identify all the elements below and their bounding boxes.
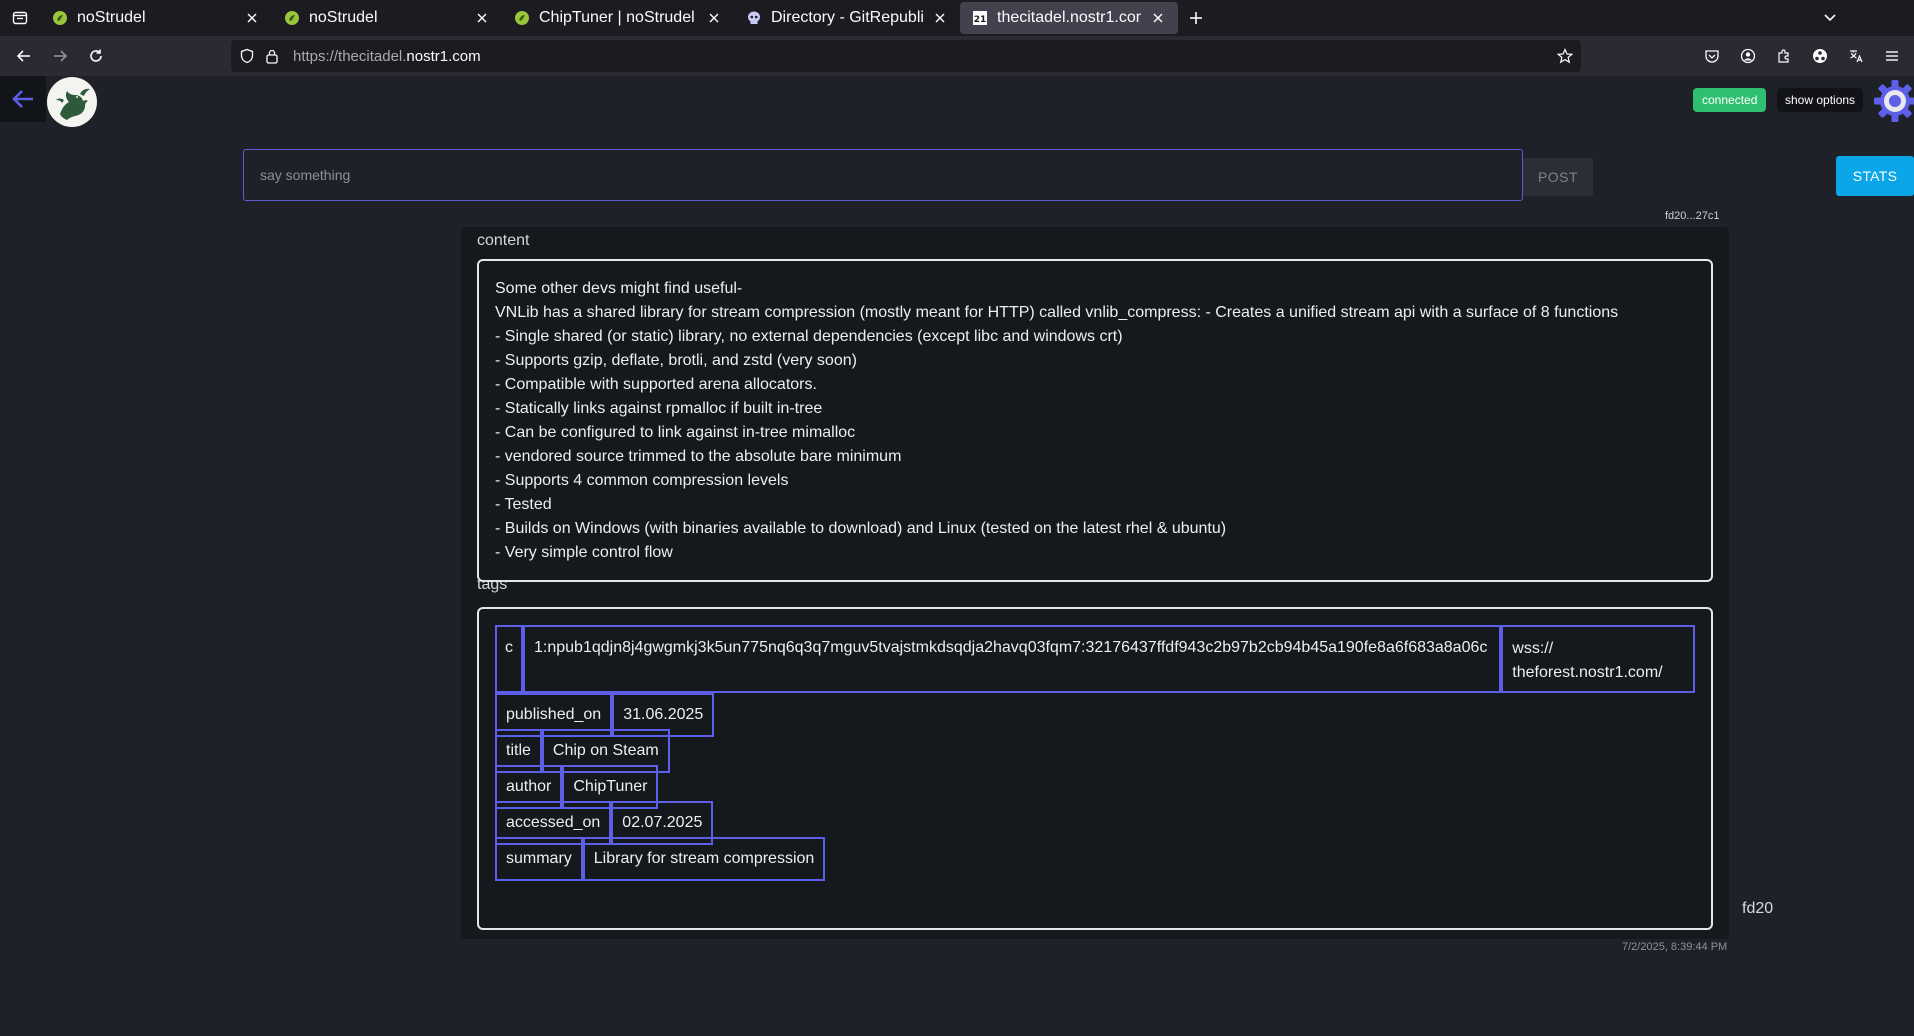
settings-gear-icon[interactable] [1872, 78, 1914, 124]
tab-title: thecitadel.nostr1.com/ [997, 9, 1141, 26]
content-line: - Can be configured to link against in-t… [495, 424, 856, 441]
tab-list-icon[interactable] [0, 0, 40, 36]
nostrudel-favicon-icon [514, 10, 530, 26]
extensions-icon[interactable] [1766, 38, 1802, 74]
tag-row: summary Library for stream compression [495, 837, 1695, 881]
tag-relay: wss:// theforest.nostr1.com/ [1501, 625, 1695, 693]
author-name[interactable]: fd20 [1742, 900, 1773, 918]
post-input[interactable]: say something [243, 149, 1523, 201]
gitrepublic-favicon-icon [746, 10, 762, 26]
pocket-icon[interactable] [1694, 38, 1730, 74]
nostr-extension-icon[interactable] [1802, 38, 1838, 74]
close-tab-icon[interactable] [1150, 10, 1166, 26]
bookmark-star-icon[interactable] [1557, 48, 1573, 64]
tag-value: Library for stream compression [582, 837, 826, 881]
close-tab-icon[interactable] [474, 10, 490, 26]
content-line: - Single shared (or static) library, no … [495, 328, 1123, 345]
translate-extension-icon[interactable] [1838, 38, 1874, 74]
content-line: Some other devs might find useful- [495, 280, 743, 297]
content-line: - vendored source trimmed to the absolut… [495, 448, 902, 465]
tags-section-label: tags [477, 576, 508, 593]
browser-nav-bar: https://thecitadel.nostr1.com [0, 36, 1914, 76]
tags-box: c 1:npub1qdjn8j4gwgmkj3k5un775nq6q3q7mgu… [477, 607, 1713, 930]
list-all-tabs-icon[interactable] [1818, 6, 1842, 35]
content-line: - Supports gzip, deflate, brotli, and zs… [495, 352, 857, 369]
content-line: - Very simple control flow [495, 544, 673, 561]
content-line: - Supports 4 common compression levels [495, 472, 789, 489]
content-section-label: content [477, 232, 530, 249]
nostrudel-favicon-icon [284, 10, 300, 26]
shield-icon[interactable] [239, 48, 255, 64]
content-line: VNLib has a shared library for stream co… [495, 304, 1619, 321]
browser-tab[interactable]: 21 thecitadel.nostr1.com/ [960, 2, 1178, 34]
url-text: https://thecitadel.nostr1.com [293, 48, 481, 65]
url-host: nostr1.com [406, 47, 481, 65]
toolbar-icons [1694, 36, 1914, 76]
tag-value: 1:npub1qdjn8j4gwgmkj3k5un775nq6q3q7mguv5… [523, 625, 1502, 693]
hamburger-menu-icon[interactable] [1874, 38, 1910, 74]
post-button[interactable]: POST [1523, 158, 1593, 196]
content-box: Some other devs might find useful- VNLib … [477, 259, 1713, 582]
url-subdomain: thecitadel. [338, 47, 407, 65]
nostrudel-favicon-icon [52, 10, 68, 26]
close-tab-icon[interactable] [244, 10, 260, 26]
connection-status-badge: connected [1693, 88, 1767, 112]
lock-icon[interactable] [265, 48, 279, 64]
url-scheme: https:// [293, 47, 339, 65]
griffin-logo-icon [56, 88, 90, 120]
browser-tab[interactable]: ChipTuner | noStrudel [502, 2, 734, 34]
content-line: - Builds on Windows (with binaries avail… [495, 520, 1227, 537]
browser-tab-bar: noStrudel noStrudel ChipTuner | noStrudel D… [0, 0, 1914, 36]
tab-title: noStrudel [77, 9, 146, 26]
show-options-button[interactable]: show options [1777, 88, 1864, 112]
event-pubkey[interactable]: fd20...27c1 [1665, 210, 1719, 222]
tag-key: summary [495, 837, 583, 881]
content-line: - Statically links against rpmalloc if b… [495, 400, 823, 417]
event-card: content Some other devs might find usefu… [461, 227, 1729, 939]
tag-row-c: c 1:npub1qdjn8j4gwgmkj3k5un775nq6q3q7mgu… [495, 625, 1695, 693]
close-tab-icon[interactable] [706, 10, 722, 26]
tab-title: ChipTuner | noStrudel [539, 9, 695, 26]
tab-title: noStrudel [309, 9, 378, 26]
forward-arrow-icon[interactable] [42, 38, 78, 74]
content-line: - Tested [495, 496, 552, 513]
reload-icon[interactable] [78, 38, 114, 74]
browser-tab[interactable]: Directory - GitRepublic [734, 2, 960, 34]
post-input-placeholder: say something [260, 167, 351, 183]
tab-title: Directory - GitRepublic [771, 9, 923, 26]
tag-key: c [495, 625, 523, 693]
content-line: - Compatible with supported arena alloca… [495, 376, 817, 393]
account-icon[interactable] [1730, 38, 1766, 74]
svg-text:21: 21 [974, 15, 987, 25]
browser-tab[interactable]: noStrudel [40, 2, 272, 34]
new-tab-button[interactable] [1178, 0, 1214, 36]
citadel-favicon-icon: 21 [972, 10, 988, 26]
back-button[interactable] [0, 76, 46, 122]
browser-tab[interactable]: noStrudel [272, 2, 502, 34]
back-arrow-icon [12, 90, 33, 108]
event-timestamp: 7/2/2025, 8:39:44 PM [1622, 941, 1728, 953]
stats-button[interactable]: STATS [1836, 156, 1914, 196]
close-tab-icon[interactable] [932, 10, 948, 26]
address-bar[interactable]: https://thecitadel.nostr1.com [231, 40, 1581, 72]
citadel-logo[interactable] [47, 77, 97, 127]
back-arrow-icon[interactable] [6, 38, 42, 74]
page-content: connected show options say something POS… [0, 76, 1914, 1036]
